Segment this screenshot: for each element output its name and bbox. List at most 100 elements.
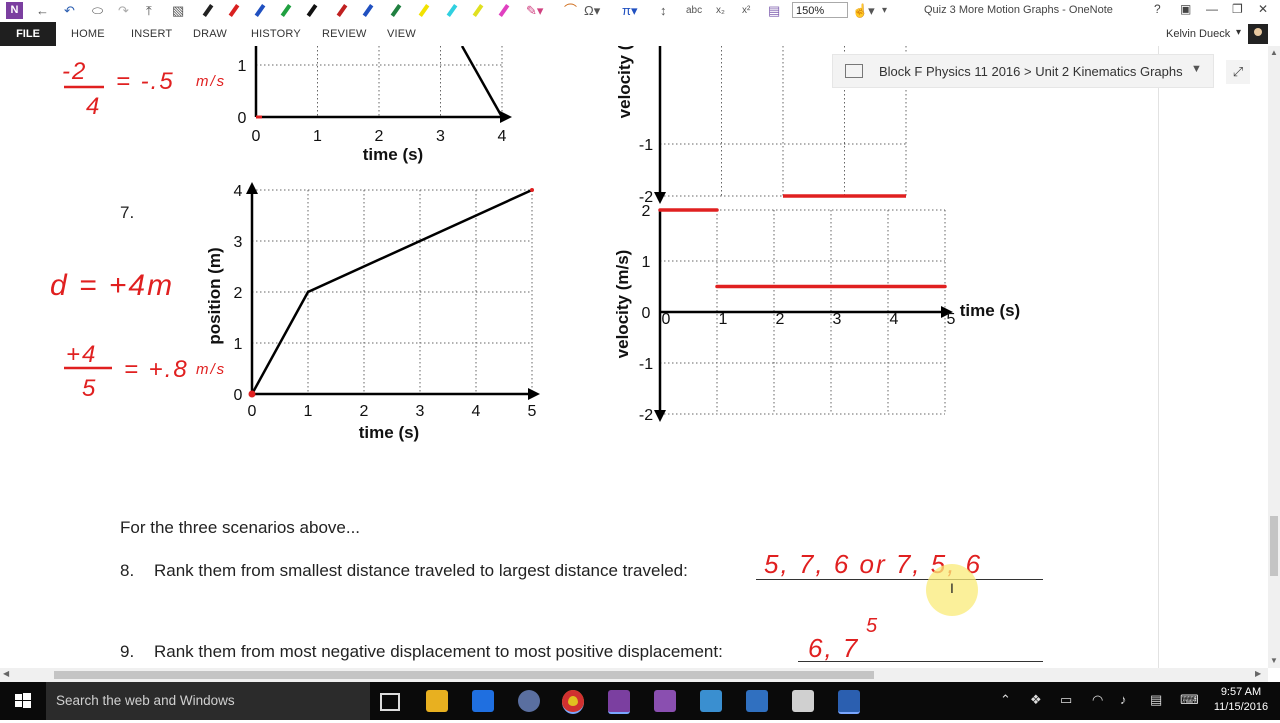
onenote-taskbar-icon[interactable] — [608, 690, 630, 714]
restore-icon[interactable]: ❐ — [1232, 2, 1243, 16]
avatar[interactable] — [1248, 24, 1268, 44]
tab-home[interactable]: HOME — [71, 28, 105, 40]
q7-velocity-x-axis-label: time (s) — [960, 301, 1020, 320]
breadcrumb[interactable]: Block F Physics 11 2016 > Unit 2 Kinemat… — [832, 54, 1214, 88]
chevron-down-icon[interactable]: ▼ — [1191, 63, 1202, 75]
scroll-down-icon[interactable]: ▼ — [1270, 656, 1278, 665]
taskbar-date: 11/15/2016 — [1213, 701, 1269, 713]
volume-icon[interactable]: ♪ — [1120, 692, 1127, 707]
insert-space-icon[interactable]: ⤒ — [146, 3, 152, 19]
tab-view[interactable]: VIEW — [387, 28, 416, 40]
notebook-icon — [845, 64, 863, 78]
pink-highlighter-icon[interactable] — [498, 4, 510, 17]
blue-pen-icon[interactable] — [254, 4, 266, 17]
minimize-icon[interactable]: — — [1206, 2, 1218, 16]
word-icon[interactable] — [838, 690, 860, 714]
battery-icon[interactable]: ▭ — [1060, 692, 1072, 708]
thin-red-pen-icon[interactable] — [336, 4, 348, 17]
undo-icon[interactable]: ↶ — [64, 3, 75, 19]
scroll-right-icon[interactable]: ▶ — [1255, 669, 1261, 678]
vertical-scroll-thumb[interactable] — [1270, 516, 1278, 576]
onenote-app-icon[interactable]: N — [6, 2, 23, 19]
pen-dropdown-icon[interactable]: ✎▾ — [526, 3, 543, 19]
q7-position-x-tick-label: 5 — [528, 403, 537, 420]
notes-app-icon[interactable] — [746, 690, 768, 712]
q7-handwritten-numerator: +4 — [66, 341, 97, 368]
monitor-app-icon[interactable] — [700, 690, 722, 712]
ribbon-display-icon[interactable]: ▣ — [1180, 2, 1191, 16]
back-icon[interactable]: ← — [36, 3, 49, 19]
task-view-icon[interactable] — [380, 693, 400, 711]
thin-black-pen-icon[interactable] — [306, 4, 318, 17]
taskbar-clock[interactable]: 9:57 AM 11/15/2016 — [1212, 685, 1270, 715]
q7-velocity-y-tick-label: -1 — [639, 356, 653, 373]
question-8-number: 8. — [120, 561, 135, 580]
scroll-left-icon[interactable]: ◀ — [3, 669, 9, 678]
expand-page-icon[interactable]: ⤢ — [1226, 60, 1250, 84]
help-button[interactable]: ? — [1154, 2, 1161, 16]
file-explorer-icon[interactable] — [426, 690, 448, 712]
equation-icon[interactable]: π▾ — [622, 3, 638, 19]
full-page-view-icon[interactable]: ▤ — [768, 3, 780, 19]
tab-review[interactable]: REVIEW — [322, 28, 367, 40]
q7-position-y-tick-label: 3 — [234, 234, 243, 251]
keyboard-icon[interactable]: ⌨ — [1180, 692, 1199, 708]
horizontal-scrollbar[interactable]: ◀ ▶ — [0, 668, 1268, 682]
green-pen-icon[interactable] — [280, 4, 292, 17]
user-dropdown-icon[interactable]: ▾ — [1236, 27, 1241, 38]
black-pen-icon[interactable] — [202, 4, 214, 17]
thin-blue-pen-icon[interactable] — [362, 4, 374, 17]
subscript-icon[interactable]: x₂ — [716, 3, 725, 19]
breadcrumb-text[interactable]: Block F Physics 11 2016 > Unit 2 Kinemat… — [879, 64, 1183, 79]
cyan-highlighter-icon[interactable] — [446, 4, 458, 17]
q6-position-y-tick-label: 0 — [238, 110, 247, 127]
vertical-scrollbar[interactable]: ▲ ▼ — [1268, 46, 1280, 668]
q7-velocity-x-tick-label: 0 — [662, 311, 671, 328]
taskbar-search[interactable]: Search the web and Windows — [46, 682, 370, 720]
thin-green-pen-icon[interactable] — [390, 4, 402, 17]
scroll-up-icon[interactable]: ▲ — [1270, 48, 1278, 57]
lasso-select-icon[interactable]: ⬭ — [92, 3, 103, 19]
eraser-icon[interactable]: ▧ — [172, 3, 184, 19]
q7-velocity-y-tick-label: 0 — [642, 305, 651, 322]
screen-capture-icon[interactable] — [792, 690, 814, 712]
customize-toolbar-icon[interactable]: ▾ — [882, 3, 887, 19]
tab-insert[interactable]: INSERT — [131, 28, 172, 40]
chrome-icon[interactable] — [562, 690, 584, 714]
ribbon-tabs: FILE HOME INSERT DRAW HISTORY REVIEW VIE… — [0, 22, 1280, 47]
q7-position-x-tick-label: 1 — [304, 403, 313, 420]
dropbox-tray-icon[interactable]: ❖ — [1030, 692, 1042, 708]
omega-symbol-icon[interactable]: Ω▾ — [584, 3, 600, 19]
lime-highlighter-icon[interactable] — [472, 4, 484, 17]
red-pen-icon[interactable] — [228, 4, 240, 17]
yellow-highlighter-icon[interactable] — [418, 4, 430, 17]
start-button[interactable] — [0, 682, 46, 720]
q7-position-chart — [250, 188, 534, 396]
app-icon[interactable] — [518, 690, 540, 712]
q7-position-y-axis-label: position (m) — [205, 247, 224, 344]
tab-draw[interactable]: DRAW — [193, 28, 227, 40]
teams-icon[interactable] — [654, 690, 676, 712]
q9-handwritten-insert: 5 — [866, 615, 879, 637]
scenarios-intro: For the three scenarios above... — [120, 518, 361, 537]
dropbox-icon[interactable] — [472, 690, 494, 712]
ink-to-shape-icon[interactable]: ⌒ — [564, 3, 577, 19]
wifi-icon[interactable]: ◠ — [1092, 692, 1103, 708]
superscript-icon[interactable]: x² — [742, 3, 750, 19]
close-icon[interactable]: ✕ — [1258, 2, 1268, 16]
redo-icon[interactable]: ↷ — [118, 3, 129, 19]
page-canvas[interactable]: 0 1 2 3 4 5 0 1 2 3 4 time (s) position (m) 0 1 2 3 4 5 2 1 0… — [0, 46, 1268, 668]
show-hidden-icons-icon[interactable]: ⌃ — [1000, 692, 1011, 708]
strikethrough-icon[interactable]: abc — [686, 3, 702, 19]
file-tab[interactable]: FILE — [0, 22, 56, 46]
insert-space-vertical-icon[interactable]: ↕ — [660, 3, 667, 19]
horizontal-scroll-thumb[interactable] — [54, 671, 874, 679]
zoom-select[interactable]: 150% — [792, 2, 848, 18]
notification-icon[interactable]: ▤ — [1150, 692, 1162, 708]
q6-velocity-y-arrow-down — [654, 192, 666, 204]
user-name[interactable]: Kelvin Dueck — [1166, 28, 1230, 40]
question-8-text: Rank them from smallest distance travele… — [154, 561, 688, 580]
q7-velocity-x-tick-label: 2 — [776, 311, 785, 328]
touch-mode-icon[interactable]: ☝▾ — [852, 3, 875, 19]
tab-history[interactable]: HISTORY — [251, 28, 301, 40]
